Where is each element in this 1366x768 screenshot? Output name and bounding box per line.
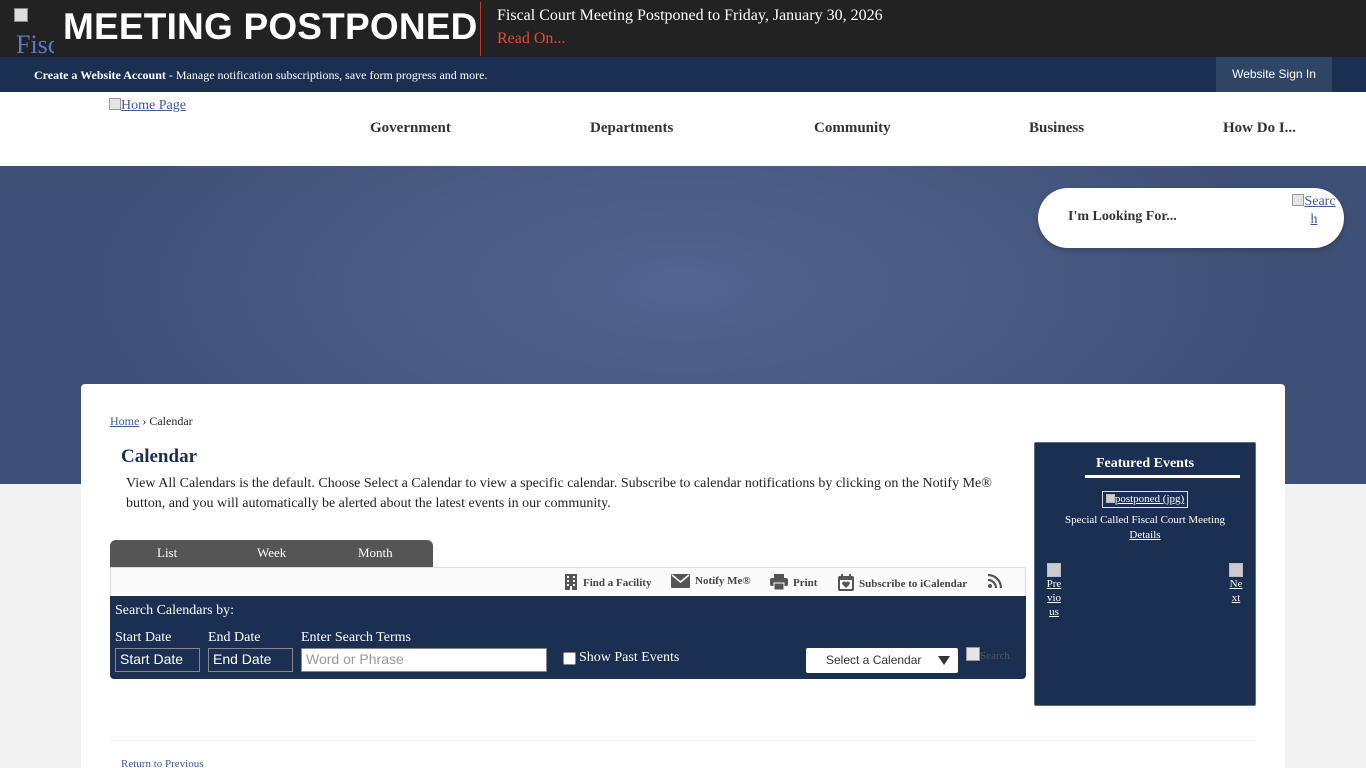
nav-item-departments[interactable]: Departments	[590, 120, 673, 137]
home-logo-alt: Home Page	[121, 98, 186, 113]
breadcrumb-current: Calendar	[149, 414, 193, 428]
site-search[interactable]: I'm Looking For... Searc h	[1038, 188, 1344, 248]
calendar-view-tabs: List Week Month	[110, 540, 433, 567]
end-date-label: End Date	[208, 630, 261, 645]
search-icon	[1292, 194, 1305, 206]
search-button-alt-1: Searc	[1304, 194, 1336, 209]
broken-image-icon	[14, 8, 28, 22]
search-terms-input[interactable]: Word or Phrase	[301, 648, 547, 672]
tab-week[interactable]: Week	[257, 545, 286, 561]
end-date-input[interactable]: End Date	[208, 648, 293, 672]
broken-image-icon	[1105, 494, 1115, 503]
alert-title: MEETING POSTPONED	[63, 6, 478, 47]
building-icon	[565, 574, 577, 590]
page-title: Calendar	[121, 446, 197, 467]
next-arrow-icon	[1229, 563, 1243, 577]
alert-headline: Fiscal Court Meeting Postponed to Friday…	[497, 7, 883, 24]
notify-me-label: Notify Me®	[695, 575, 751, 587]
search-icon	[966, 647, 980, 661]
calendar-toolbar: Find a Facility Notify Me® Print Subscri…	[110, 567, 1026, 596]
print-label: Print	[793, 577, 818, 589]
notify-me-button[interactable]: Notify Me®	[671, 574, 751, 588]
printer-icon	[770, 574, 788, 591]
tab-month[interactable]: Month	[358, 545, 393, 561]
print-button[interactable]: Print	[770, 574, 818, 591]
nav-item-government[interactable]: Government	[370, 120, 451, 137]
search-button-alt-2: h	[1310, 212, 1318, 227]
select-calendar-label: Select a Calendar	[826, 653, 922, 667]
account-bar: Create a Website Account - Manage notifi…	[0, 57, 1366, 92]
search-terms-label: Enter Search Terms	[301, 630, 411, 645]
home-logo-link[interactable]: Home Page	[109, 98, 186, 114]
nav-item-how-do-i[interactable]: How Do I...	[1223, 120, 1296, 137]
featured-previous-button[interactable]: Previous	[1045, 563, 1063, 619]
featured-event-caption: Special Called Fiscal Court Meeting	[1064, 514, 1226, 526]
select-calendar-dropdown[interactable]: Select a Calendar	[806, 648, 958, 673]
featured-events: Featured Events postponed (jpg) Special …	[1034, 442, 1256, 706]
subscribe-icalendar-button[interactable]: Subscribe to iCalendar	[838, 574, 967, 591]
show-past-events-checkbox[interactable]	[563, 652, 576, 665]
featured-next-label: Next	[1229, 578, 1243, 604]
site-search-input[interactable]: I'm Looking For...	[1068, 209, 1177, 225]
breadcrumb: Home › Calendar	[110, 414, 193, 429]
featured-event-image[interactable]: postponed (jpg)	[1102, 491, 1188, 508]
tab-list[interactable]: List	[157, 545, 177, 561]
alert-image-alt: Fiscal	[16, 30, 54, 54]
envelope-icon	[671, 574, 690, 588]
featured-title-underline	[1085, 475, 1240, 478]
calendar-heart-icon	[838, 574, 854, 591]
chevron-down-icon	[938, 656, 950, 665]
main-content: Home › Calendar Calendar View All Calend…	[81, 384, 1285, 768]
page-description: View All Calendars is the default. Choos…	[126, 476, 992, 511]
nav-item-business[interactable]: Business	[1029, 120, 1084, 137]
return-to-previous-link[interactable]: Return to Previous	[121, 758, 204, 768]
featured-event-details-link[interactable]: Details	[1035, 529, 1255, 541]
show-past-events-label: Show Past Events	[579, 650, 680, 665]
broken-image-icon	[109, 98, 121, 110]
featured-image-alt: postponed (jpg)	[1114, 493, 1185, 505]
nav-item-community[interactable]: Community	[814, 120, 891, 137]
alert-image: Fiscal	[14, 8, 54, 54]
alert-read-on-link[interactable]: Read On...	[497, 30, 565, 48]
subscribe-icalendar-label: Subscribe to iCalendar	[859, 578, 968, 590]
site-search-button[interactable]: Searc h	[1289, 193, 1339, 235]
content-divider	[110, 740, 1256, 741]
calendar-search-button[interactable]: Search	[966, 646, 1024, 666]
alert-divider	[480, 2, 481, 56]
calendar-search-button-alt: Search	[980, 650, 1010, 662]
site-header: Home Page Government Departments Communi…	[0, 92, 1366, 166]
calendar-search-panel: Search Calendars by: Start Date Start Da…	[110, 596, 1026, 679]
website-sign-in-button[interactable]: Website Sign In	[1216, 57, 1332, 92]
calendar-search-title: Search Calendars by:	[115, 603, 234, 618]
alert-bar: Fiscal MEETING POSTPONED Fiscal Court Me…	[0, 0, 1366, 57]
find-facility-button[interactable]: Find a Facility	[564, 574, 651, 590]
start-date-input[interactable]: Start Date	[115, 648, 200, 672]
rss-icon	[987, 573, 1003, 589]
featured-next-button[interactable]: Next	[1227, 563, 1245, 605]
create-account-link[interactable]: Create a Website Account	[34, 68, 166, 82]
find-facility-label: Find a Facility	[583, 577, 652, 589]
create-account-desc: - Manage notification subscriptions, sav…	[165, 68, 488, 82]
breadcrumb-home-link[interactable]: Home	[110, 414, 139, 428]
previous-arrow-icon	[1047, 563, 1061, 577]
account-message: Create a Website Account - Manage notifi…	[34, 68, 487, 83]
featured-previous-label: Previous	[1046, 578, 1062, 618]
start-date-label: Start Date	[115, 630, 172, 645]
breadcrumb-separator: ›	[139, 414, 150, 428]
featured-events-title: Featured Events	[1095, 456, 1195, 471]
rss-button[interactable]	[987, 573, 1007, 589]
